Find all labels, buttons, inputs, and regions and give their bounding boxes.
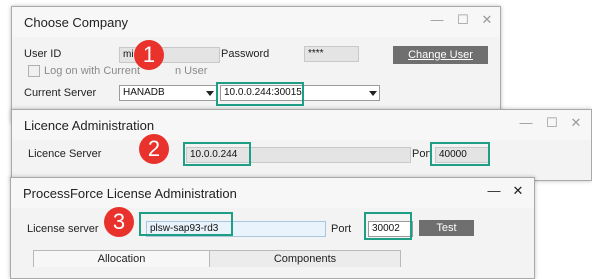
processforce-admin-titlebar: ProcessForce License Administration — ✕: [11, 178, 534, 208]
current-server-select[interactable]: HANADB: [119, 85, 218, 101]
change-user-button[interactable]: Change User: [393, 46, 488, 64]
password-field[interactable]: ****: [304, 46, 359, 62]
logon-checkbox-label: Log on with Current: [44, 65, 140, 77]
logon-checkbox-label-tail: n User: [175, 65, 208, 77]
licence-admin-title: Licence Administration: [24, 118, 155, 133]
choose-company-titlebar: Choose Company — ☐ ✕: [12, 7, 500, 37]
choose-company-title: Choose Company: [24, 15, 129, 30]
address-chevron-down-icon[interactable]: [369, 91, 377, 96]
licence-admin-window: Licence Administration — ☐ ✕ Licence Ser…: [11, 109, 592, 181]
close-icon[interactable]: ✕: [480, 13, 494, 27]
processforce-admin-window: ProcessForce License Administration — ✕ …: [10, 177, 535, 279]
licence-port-label: Port: [412, 148, 433, 160]
server-chevron-down-icon[interactable]: [206, 91, 214, 96]
licence-server-label: Licence Server: [28, 148, 102, 160]
close-icon[interactable]: ✕: [569, 116, 583, 130]
current-server-label: Current Server: [24, 87, 97, 99]
maximize-icon[interactable]: ☐: [545, 116, 559, 130]
change-user-label: Change User: [408, 49, 473, 61]
close-icon[interactable]: ✕: [511, 184, 525, 198]
processforce-admin-title: ProcessForce License Administration: [23, 186, 237, 201]
licence-admin-titlebar: Licence Administration — ☐ ✕: [12, 110, 591, 140]
step-badge-3: 3: [104, 207, 134, 237]
license-server-field[interactable]: plsw-sap93-rd3: [146, 221, 326, 237]
server-address-select[interactable]: 10.0.0.244:30015: [220, 85, 380, 101]
licence-server-field[interactable]: 10.0.0.244: [186, 147, 411, 163]
minimize-icon[interactable]: —: [487, 184, 501, 198]
tab-allocation[interactable]: Allocation: [33, 250, 210, 267]
step-badge-1: 1: [134, 40, 164, 70]
tab-components[interactable]: Components: [209, 250, 401, 267]
port-label: Port: [331, 223, 352, 235]
user-id-label: User ID: [24, 48, 62, 60]
port-field[interactable]: 30002: [368, 221, 413, 237]
minimize-icon[interactable]: —: [430, 13, 444, 27]
password-label: Password: [221, 48, 270, 60]
licence-port-field[interactable]: 40000: [435, 147, 490, 163]
step-badge-2: 2: [139, 134, 169, 164]
logon-checkbox[interactable]: [28, 65, 40, 77]
choose-company-window: Choose Company — ☐ ✕ User ID mi Password…: [11, 6, 501, 123]
minimize-icon[interactable]: —: [519, 116, 533, 130]
license-server-label: License server: [27, 223, 99, 235]
test-button[interactable]: Test: [419, 220, 474, 236]
maximize-icon[interactable]: ☐: [456, 13, 470, 27]
